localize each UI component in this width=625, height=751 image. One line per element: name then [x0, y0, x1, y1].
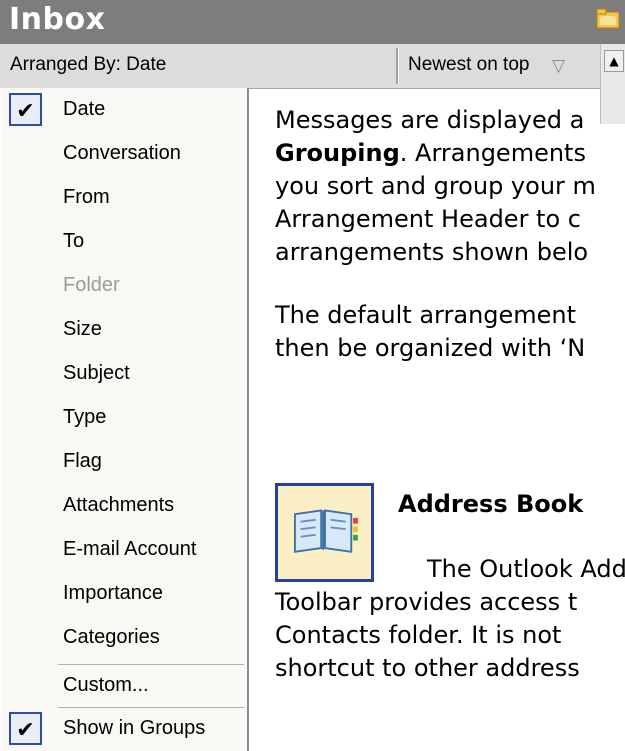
- address-book-text-line: shortcut to other address: [275, 654, 580, 682]
- menu-item-label: From: [63, 186, 110, 208]
- address-book-text-line: Contacts folder. It is not: [275, 621, 562, 649]
- scroll-up-arrow-icon[interactable]: ▲: [604, 50, 624, 72]
- body-text-line: you sort and group your m: [275, 172, 596, 200]
- menu-item-email-account[interactable]: E-mail Account: [0, 528, 247, 572]
- menu-item-label: Flag: [63, 450, 102, 472]
- sort-down-icon[interactable]: ▽: [552, 56, 565, 76]
- menu-item-type[interactable]: Type: [0, 396, 247, 440]
- menu-item-date[interactable]: ✔ Date: [0, 88, 247, 132]
- menu-item-custom[interactable]: Custom...: [0, 664, 247, 708]
- menu-item-size[interactable]: Size: [0, 308, 247, 352]
- folder-icon: [596, 8, 620, 29]
- body-text-line: The default arrangement: [275, 301, 577, 329]
- menu-item-show-in-groups[interactable]: ✔ Show in Groups: [0, 707, 247, 751]
- sort-order-label[interactable]: Newest on top: [408, 54, 529, 76]
- menu-item-flag[interactable]: Flag: [0, 440, 247, 484]
- menu-item-to[interactable]: To: [0, 220, 247, 264]
- menu-item-label: Show in Groups: [63, 717, 206, 739]
- menu-item-label: Attachments: [63, 494, 175, 516]
- header-divider: [396, 48, 399, 84]
- arrangement-header[interactable]: Arranged By: Date Newest on top ▽: [0, 44, 625, 89]
- menu-item-label: Subject: [63, 362, 130, 384]
- body-text-line: arrangements shown belo: [275, 238, 589, 266]
- menu-item-conversation[interactable]: Conversation: [0, 132, 247, 176]
- menu-item-categories[interactable]: Categories: [0, 616, 247, 660]
- menu-item-label: Importance: [63, 582, 164, 604]
- menu-item-label: Size: [63, 318, 102, 340]
- body-text-fragment: . Arrangements: [399, 139, 586, 167]
- menu-item-label: Folder: [63, 274, 120, 296]
- address-book-title: Address Book: [398, 490, 584, 518]
- menu-item-label: Type: [63, 406, 107, 428]
- menu-item-label: Conversation: [63, 142, 181, 164]
- address-book-text-line: Toolbar provides access t: [275, 588, 578, 616]
- menu-item-label: Categories: [63, 626, 160, 648]
- menu-item-importance[interactable]: Importance: [0, 572, 247, 616]
- inbox-title: Inbox: [9, 2, 106, 37]
- menu-item-from[interactable]: From: [0, 176, 247, 220]
- arrange-by-menu: ✔ Date Conversation From To Folder Size …: [0, 88, 249, 751]
- body-text-line: Arrangement Header to c: [275, 205, 581, 233]
- arranged-by-label[interactable]: Arranged By: Date: [10, 54, 166, 76]
- grouping-bold: Grouping: [275, 139, 400, 167]
- menu-item-label: To: [63, 230, 85, 252]
- menu-item-label: Date: [63, 98, 106, 120]
- inbox-title-bar: Inbox: [0, 0, 625, 44]
- body-text-line: Grouping. Arrangements: [275, 137, 586, 170]
- address-book-text-line: The Outlook Add: [427, 555, 625, 583]
- body-text-line: then be organized with ‘N: [275, 334, 586, 362]
- menu-item-subject[interactable]: Subject: [0, 352, 247, 396]
- menu-item-folder: Folder: [0, 264, 247, 308]
- checkmark-icon: ✔: [9, 93, 42, 126]
- menu-item-label: Custom...: [63, 674, 149, 696]
- menu-item-attachments[interactable]: Attachments: [0, 484, 247, 528]
- checkmark-icon: ✔: [9, 712, 42, 745]
- menu-item-label: E-mail Account: [63, 538, 197, 560]
- address-book-icon: [275, 483, 374, 582]
- body-text-line: Messages are displayed a: [275, 106, 585, 134]
